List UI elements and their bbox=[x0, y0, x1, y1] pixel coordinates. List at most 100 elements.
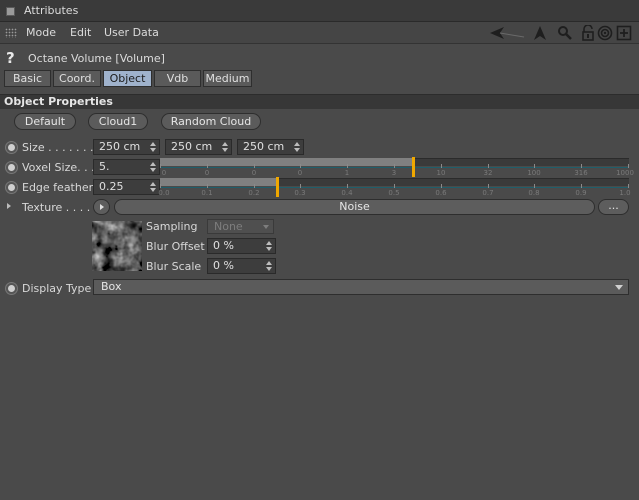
tab-object[interactable]: Object bbox=[103, 70, 152, 87]
stepper-arrows-icon[interactable] bbox=[150, 182, 156, 192]
slider-tick-label: 0.4 bbox=[341, 189, 353, 197]
slider-fill bbox=[160, 178, 277, 186]
menu-bar: Mode Edit User Data bbox=[0, 22, 639, 44]
texture-shader-button[interactable]: Noise bbox=[114, 199, 595, 215]
display-type-value: Box bbox=[101, 280, 122, 293]
menu-user-data[interactable]: User Data bbox=[104, 26, 159, 39]
slider-tick bbox=[394, 184, 395, 188]
slider-tick-label: 0.8 bbox=[528, 189, 540, 197]
texture-label: Texture . . . . . . bbox=[22, 201, 105, 214]
edge-feather-label: Edge feather bbox=[22, 181, 94, 194]
slider-tick-label: 316 bbox=[574, 169, 588, 177]
edge-feather-slider[interactable]: 0.0 0.1 0.2 0.3 0.4 0.5 0.6 0.7 0.8 0.9 1.0 bbox=[158, 177, 631, 198]
menu-mode[interactable]: Mode bbox=[26, 26, 56, 39]
voxel-size-slider[interactable]: 0 0 0 0 1 3 10 32 100 316 1000 bbox=[160, 157, 634, 178]
blur-offset-label: Blur Offset bbox=[146, 240, 205, 253]
up-arrow-icon[interactable] bbox=[532, 25, 548, 41]
slider-tick bbox=[628, 164, 629, 168]
object-name: Octane Volume [Volume] bbox=[28, 52, 165, 65]
size-y-field[interactable]: 250 cm bbox=[165, 139, 232, 155]
slider-tick-label: 0.3 bbox=[294, 189, 306, 197]
slider-tick bbox=[488, 164, 489, 168]
voxel-size-label: Voxel Size. . . . bbox=[22, 161, 102, 174]
display-type-label: Display Type bbox=[22, 282, 92, 295]
texture-play-icon[interactable] bbox=[93, 199, 110, 215]
sampling-label: Sampling bbox=[146, 220, 198, 233]
size-x-value: 250 cm bbox=[99, 140, 141, 153]
back-arrow-icon[interactable] bbox=[488, 25, 528, 41]
menu-edit[interactable]: Edit bbox=[70, 26, 91, 39]
lock-icon[interactable] bbox=[580, 25, 596, 41]
tab-basic[interactable]: Basic bbox=[4, 70, 51, 87]
slider-tick bbox=[441, 184, 442, 188]
window-title: Attributes bbox=[24, 4, 79, 17]
tab-vdb[interactable]: Vdb bbox=[154, 70, 201, 87]
noise-texture-preview[interactable] bbox=[92, 221, 142, 271]
slider-tick-label: 0.7 bbox=[482, 189, 494, 197]
title-bar: Attributes bbox=[0, 0, 639, 22]
target-icon[interactable] bbox=[597, 25, 613, 41]
slider-tick-label: 1 bbox=[344, 169, 350, 177]
slider-tick bbox=[347, 184, 348, 188]
blur-scale-label: Blur Scale bbox=[146, 260, 202, 273]
slider-fill bbox=[160, 158, 413, 166]
texture-expand-icon[interactable] bbox=[7, 203, 11, 209]
slider-tick bbox=[394, 164, 395, 168]
edge-feather-value: 0.25 bbox=[99, 180, 124, 193]
random-cloud-button[interactable]: Random Cloud bbox=[161, 113, 261, 130]
grip-icon[interactable] bbox=[5, 28, 17, 38]
cloud1-button[interactable]: Cloud1 bbox=[88, 113, 148, 130]
sampling-value: None bbox=[214, 220, 243, 233]
stepper-arrows-icon[interactable] bbox=[150, 142, 156, 152]
stepper-arrows-icon[interactable] bbox=[150, 162, 156, 172]
slider-tick-label: 0 bbox=[297, 169, 303, 177]
blur-offset-value: 0 % bbox=[213, 239, 234, 252]
blur-scale-field[interactable]: 0 % bbox=[207, 258, 276, 274]
voxel-size-field[interactable]: 5. bbox=[93, 159, 160, 175]
slider-knob[interactable] bbox=[276, 177, 279, 197]
slider-tick bbox=[160, 164, 161, 168]
display-type-dropdown[interactable]: Box bbox=[93, 279, 629, 295]
slider-tick-label: 100 bbox=[527, 169, 541, 177]
default-button[interactable]: Default bbox=[14, 113, 76, 130]
help-icon[interactable]: ? bbox=[6, 49, 15, 67]
blur-scale-value: 0 % bbox=[213, 259, 234, 272]
sampling-dropdown: None bbox=[207, 219, 274, 234]
size-z-field[interactable]: 250 cm bbox=[237, 139, 304, 155]
slider-tick bbox=[254, 184, 255, 188]
tab-coord[interactable]: Coord. bbox=[53, 70, 101, 87]
texture-more-button[interactable]: ... bbox=[598, 199, 629, 215]
new-panel-icon[interactable] bbox=[616, 25, 632, 41]
section-title: Object Properties bbox=[4, 95, 113, 108]
stepper-arrows-icon[interactable] bbox=[266, 261, 272, 271]
window-menu-icon[interactable] bbox=[6, 7, 15, 16]
slider-tick-label: 10 bbox=[436, 169, 446, 177]
chevron-down-icon bbox=[263, 225, 269, 229]
edge-feather-animate-radio[interactable] bbox=[5, 181, 18, 194]
size-animate-radio[interactable] bbox=[5, 141, 18, 154]
stepper-arrows-icon[interactable] bbox=[294, 142, 300, 152]
edge-feather-field[interactable]: 0.25 bbox=[93, 179, 160, 195]
slider-tick-label: 3 bbox=[391, 169, 397, 177]
slider-tick bbox=[207, 184, 208, 188]
slider-tick-label: 0.1 bbox=[201, 189, 213, 197]
blur-offset-field[interactable]: 0 % bbox=[207, 238, 276, 254]
voxel-size-animate-radio[interactable] bbox=[5, 161, 18, 174]
search-icon[interactable] bbox=[557, 25, 573, 41]
size-x-field[interactable]: 250 cm bbox=[93, 139, 160, 155]
tab-medium[interactable]: Medium bbox=[203, 70, 252, 87]
slider-tick bbox=[207, 164, 208, 168]
stepper-arrows-icon[interactable] bbox=[266, 241, 272, 251]
chevron-down-icon[interactable] bbox=[615, 285, 623, 290]
section-header: Object Properties bbox=[0, 94, 639, 109]
stepper-arrows-icon[interactable] bbox=[222, 142, 228, 152]
slider-tick bbox=[300, 184, 301, 188]
size-z-value: 250 cm bbox=[243, 140, 285, 153]
size-y-value: 250 cm bbox=[171, 140, 213, 153]
display-type-animate-radio[interactable] bbox=[5, 282, 18, 295]
slider-tick bbox=[488, 184, 489, 188]
slider-tick bbox=[581, 184, 582, 188]
slider-knob[interactable] bbox=[412, 157, 415, 177]
slider-tick bbox=[347, 164, 348, 168]
slider-tick-label: 0.9 bbox=[575, 189, 587, 197]
